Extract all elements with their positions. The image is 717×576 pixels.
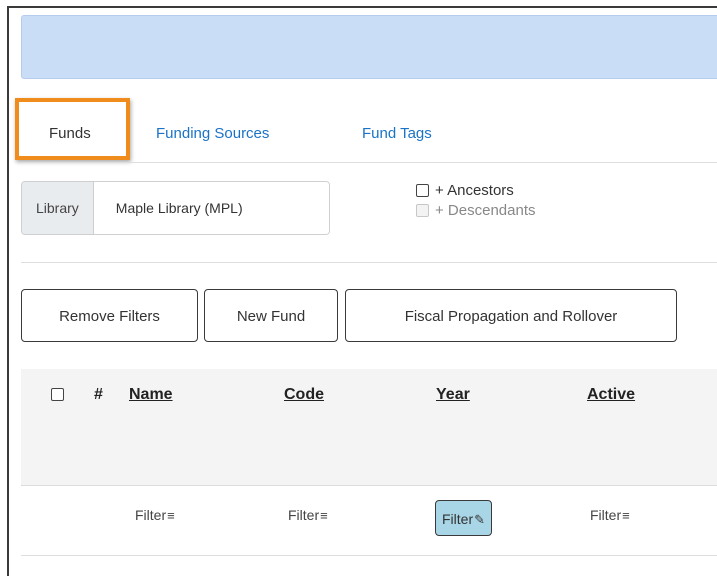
code-filter-button[interactable]: Filter≡	[288, 507, 328, 523]
tab-fund-tags[interactable]: Fund Tags	[362, 112, 432, 156]
column-header-active[interactable]: Active	[587, 386, 635, 404]
active-filter-button[interactable]: Filter≡	[590, 507, 630, 523]
library-selector: Library Maple Library (MPL)	[21, 181, 330, 235]
tab-funds[interactable]: Funds	[49, 112, 91, 156]
fiscal-propagation-button[interactable]: Fiscal Propagation and Rollover	[345, 289, 677, 342]
grid-filter-row: Filter≡ Filter≡ Filter✎ Filter≡	[21, 485, 717, 556]
row-number-header: #	[94, 386, 103, 403]
grid-bottom-border	[21, 555, 717, 556]
library-label: Library	[22, 182, 94, 234]
library-scope-options: + Ancestors + Descendants	[416, 180, 535, 220]
ancestors-checkbox[interactable]	[416, 183, 429, 197]
name-filter-label: Filter	[135, 507, 167, 523]
filter-icon: ≡	[320, 508, 328, 523]
remove-filters-button[interactable]: Remove Filters	[21, 289, 198, 342]
tab-bar: Funds Funding Sources Fund Tags	[21, 112, 717, 156]
filter-icon: ≡	[167, 508, 175, 523]
info-banner	[21, 15, 717, 79]
grid-header: # Name Code Year Active	[21, 369, 717, 485]
descendants-option: + Descendants	[416, 200, 535, 220]
tab-divider	[21, 162, 717, 163]
descendants-label: + Descendants	[435, 201, 536, 219]
active-filter-label: Filter	[590, 507, 622, 523]
tab-funding-sources[interactable]: Funding Sources	[156, 112, 269, 156]
filter-icon: ≡	[622, 508, 630, 523]
column-header-code[interactable]: Code	[284, 386, 324, 404]
year-filter-label: Filter	[442, 511, 474, 527]
descendants-checkbox	[416, 203, 429, 217]
year-filter-button[interactable]: Filter✎	[435, 500, 493, 536]
ancestors-label: + Ancestors	[435, 181, 514, 199]
section-divider	[21, 262, 717, 263]
select-all-checkbox[interactable]	[51, 388, 64, 401]
code-filter-label: Filter	[288, 507, 320, 523]
column-header-year[interactable]: Year	[436, 386, 470, 404]
name-filter-button[interactable]: Filter≡	[135, 507, 175, 523]
library-input[interactable]: Maple Library (MPL)	[93, 182, 329, 234]
column-header-name[interactable]: Name	[129, 386, 173, 404]
pencil-icon: ✎	[474, 512, 486, 527]
ancestors-option[interactable]: + Ancestors	[416, 180, 535, 200]
new-fund-button[interactable]: New Fund	[204, 289, 338, 342]
